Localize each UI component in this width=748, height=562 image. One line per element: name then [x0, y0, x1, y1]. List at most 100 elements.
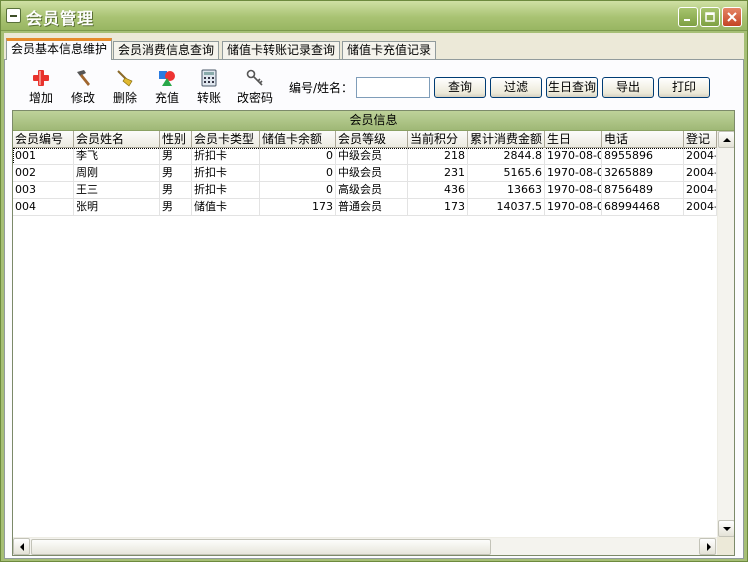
print-button[interactable]: 打印 — [658, 77, 710, 98]
table-cell: 68994468 — [602, 199, 684, 216]
search-input[interactable] — [356, 77, 430, 98]
export-button[interactable]: 导出 — [602, 77, 654, 98]
table-cell: 2844.8 — [468, 148, 545, 165]
scroll-right-button[interactable] — [699, 538, 716, 555]
table-cell: 2004- — [684, 148, 717, 165]
tab-member-consumption[interactable]: 会员消费信息查询 — [113, 41, 220, 60]
delete-button[interactable]: 删除 — [104, 69, 146, 105]
table-row[interactable]: 004 张明男储值卡 173 普通会员 173 14037.5 1970-08-0 68994… — [13, 199, 717, 216]
minimize-button[interactable] — [678, 7, 698, 27]
search-label: 编号/姓名： — [289, 81, 354, 95]
tab-strip: 会员基本信息维护 会员消费信息查询 储值卡转账记录查询 储值卡充值记录 — [4, 38, 744, 60]
table-cell: 2004- — [684, 165, 717, 182]
table-cell: 173 — [408, 199, 468, 216]
table-cell: 王三 — [74, 182, 160, 199]
table-cell: 折扣卡 — [192, 165, 260, 182]
table-cell: 普通会员 — [336, 199, 408, 216]
system-menu-icon[interactable] — [6, 8, 21, 23]
minimize-icon — [684, 19, 690, 21]
change-password-label: 改密码 — [236, 91, 273, 105]
table-cell: 1970-08-0 — [545, 182, 602, 199]
scroll-left-button[interactable] — [13, 538, 30, 555]
window-title: 会员管理 — [26, 9, 95, 28]
recharge-button[interactable]: 充值 — [146, 69, 188, 105]
column-header[interactable]: 当前积分 — [408, 131, 468, 148]
scroll-down-button[interactable] — [718, 520, 734, 537]
arrow-down-icon — [723, 527, 731, 531]
table-row[interactable]: 002 周刚男折扣卡 0 中级会员 231 5165.6 1970-08-0 3265889 2… — [13, 165, 717, 182]
delete-label: 删除 — [112, 91, 137, 105]
edit-button[interactable]: 修改 — [62, 69, 104, 105]
column-header[interactable]: 会员卡类型 — [192, 131, 260, 148]
scroll-up-button[interactable] — [718, 131, 734, 148]
table-cell: 436 — [408, 182, 468, 199]
edit-label: 修改 — [70, 91, 95, 105]
column-header[interactable]: 会员编号 — [13, 131, 74, 148]
client-area: 会员基本信息维护 会员消费信息查询 储值卡转账记录查询 储值卡充值记录 增加 修… — [4, 33, 744, 559]
table-cell: 男 — [160, 165, 192, 182]
birthday-query-button[interactable]: 生日查询 — [546, 77, 598, 98]
change-password-button[interactable]: 改密码 — [230, 69, 280, 105]
table-cell: 004 — [13, 199, 74, 216]
query-button[interactable]: 查询 — [434, 77, 486, 98]
table-row[interactable]: 003 王三男折扣卡 0 高级会员 436 13663 1970-08-0 8756489 20… — [13, 182, 717, 199]
table-cell: 173 — [260, 199, 336, 216]
tab-panel: 增加 修改 删除 充值 转账 改密码 编号/姓名： 查询 过滤 生日查询 导出 … — [4, 59, 744, 559]
grid-body: 001 李飞男折扣卡 0 中级会员 218 2844.8 1970-08-0 8955896 2… — [13, 148, 717, 537]
table-cell: 男 — [160, 199, 192, 216]
broom-icon — [117, 70, 133, 87]
column-header[interactable]: 会员姓名 — [74, 131, 160, 148]
tab-transfer-records[interactable]: 储值卡转账记录查询 — [222, 41, 341, 60]
arrow-right-icon — [707, 543, 711, 551]
table-cell: 折扣卡 — [192, 148, 260, 165]
shapes-icon — [159, 71, 175, 86]
table-cell: 中级会员 — [336, 148, 408, 165]
scrollbar-corner — [717, 537, 734, 555]
table-cell: 002 — [13, 165, 74, 182]
transfer-button[interactable]: 转账 — [188, 69, 230, 105]
maximize-button[interactable] — [700, 7, 720, 27]
table-cell: 8955896 — [602, 148, 684, 165]
title-bar[interactable]: 会员管理 — [1, 1, 747, 31]
table-cell: 13663 — [468, 182, 545, 199]
table-cell: 231 — [408, 165, 468, 182]
column-header[interactable]: 性别 — [160, 131, 192, 148]
table-cell: 高级会员 — [336, 182, 408, 199]
column-header[interactable]: 储值卡余额 — [260, 131, 336, 148]
column-header[interactable]: 会员等级 — [336, 131, 408, 148]
grid-caption: 会员信息 — [13, 111, 734, 131]
main-window: 会员管理 会员基本信息维护 会员消费信息查询 储值卡转账记录查询 储值卡充值记录 — [0, 0, 748, 562]
table-row[interactable]: 001 李飞男折扣卡 0 中级会员 218 2844.8 1970-08-0 8955896 2… — [13, 148, 717, 165]
horizontal-scroll-thumb[interactable] — [31, 539, 491, 555]
column-header[interactable]: 生日 — [545, 131, 602, 148]
tab-recharge-records[interactable]: 储值卡充值记录 — [342, 41, 437, 60]
table-cell: 003 — [13, 182, 74, 199]
table-cell: 0 — [260, 148, 336, 165]
horizontal-scrollbar[interactable] — [13, 537, 717, 555]
column-header[interactable]: 电话 — [602, 131, 684, 148]
table-cell: 中级会员 — [336, 165, 408, 182]
vertical-scrollbar[interactable] — [717, 131, 734, 537]
maximize-icon — [705, 12, 715, 22]
column-header[interactable]: 登记 — [684, 131, 717, 148]
column-header[interactable]: 累计消费金额 — [468, 131, 545, 148]
hammer-icon — [77, 70, 90, 86]
member-grid: 会员信息 会员编号 会员姓名 性别 会员卡类型 储值卡余额 会员等级 当前积分 累计消费金额生… — [12, 110, 735, 556]
table-cell: 1970-08-0 — [545, 199, 602, 216]
table-cell: 218 — [408, 148, 468, 165]
table-cell: 1970-08-0 — [545, 148, 602, 165]
table-cell: 2004- — [684, 182, 717, 199]
filter-button[interactable]: 过滤 — [490, 77, 542, 98]
key-icon — [246, 69, 263, 86]
table-cell: 折扣卡 — [192, 182, 260, 199]
tab-member-basic-info[interactable]: 会员基本信息维护 — [6, 38, 113, 60]
add-label: 增加 — [28, 91, 53, 105]
recharge-label: 充值 — [154, 91, 179, 105]
close-button[interactable] — [722, 7, 742, 27]
table-cell: 14037.5 — [468, 199, 545, 216]
table-cell: 男 — [160, 148, 192, 165]
table-cell: 2004- — [684, 199, 717, 216]
close-icon — [727, 12, 737, 22]
add-button[interactable]: 增加 — [20, 69, 62, 105]
table-cell: 8756489 — [602, 182, 684, 199]
